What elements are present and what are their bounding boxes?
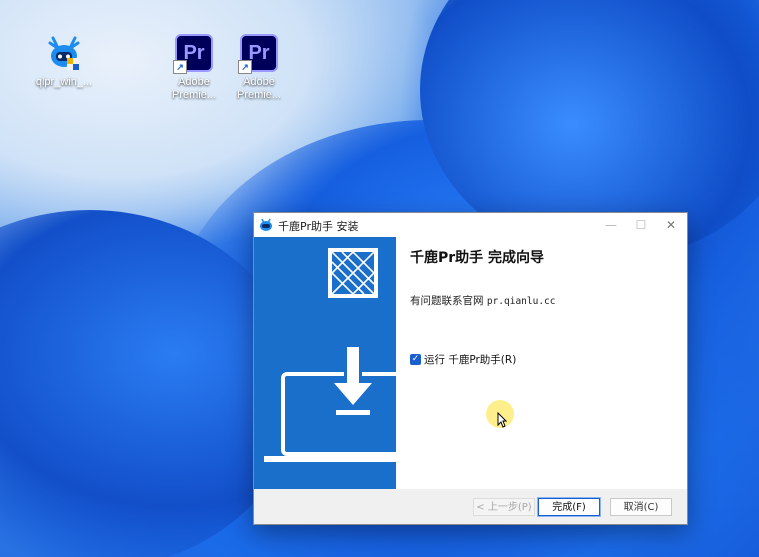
- deer-app-icon: [260, 218, 272, 231]
- deer-installer-icon: [45, 34, 83, 72]
- run-checkbox[interactable]: ✓: [410, 354, 421, 365]
- button-bar: < 上一步(P) 完成(F) 取消(C): [254, 489, 687, 524]
- contact-prefix: 有问题联系官网: [410, 295, 484, 307]
- shortcut-arrow-icon: ↗: [238, 60, 252, 74]
- minimize-button[interactable]: —: [596, 213, 626, 237]
- laptop-download-illustration: [264, 346, 396, 462]
- wizard-content: 千鹿Pr助手 完成向导 有问题联系官网 pr.qianlu.cc ✓ 运行 千鹿…: [396, 237, 687, 489]
- mouse-pointer-icon: [497, 412, 507, 428]
- maximize-button[interactable]: ☐: [626, 213, 656, 237]
- window-title: 千鹿Pr助手 安装: [278, 220, 359, 233]
- run-after-install-option[interactable]: ✓ 运行 千鹿Pr助手(R): [410, 352, 516, 367]
- close-button[interactable]: ✕: [656, 213, 686, 237]
- finish-button[interactable]: 完成(F): [537, 497, 601, 517]
- desktop-icon-premiere-2[interactable]: Pr ↗ Adobe Premie...: [221, 34, 297, 102]
- website-url: pr.qianlu.cc: [486, 296, 556, 307]
- premiere-pro-icon: Pr ↗: [238, 34, 278, 74]
- back-button[interactable]: < 上一步(P): [473, 498, 535, 516]
- page-title: 千鹿Pr助手 完成向导: [410, 250, 545, 266]
- desktop-icon-label: Adobe Premie...: [236, 76, 281, 101]
- desktop-icon-label: qlpr_win_...: [35, 76, 93, 88]
- shortcut-arrow-icon: ↗: [173, 60, 187, 74]
- contact-info: 有问题联系官网 pr.qianlu.cc: [410, 293, 555, 308]
- installer-window: 千鹿Pr助手 安装 — ☐ ✕ 千鹿Pr助手 完成向导 有问题联系官网 pr.q…: [253, 212, 688, 525]
- title-bar[interactable]: 千鹿Pr助手 安装 — ☐ ✕: [254, 213, 687, 237]
- run-checkbox-label[interactable]: 运行 千鹿Pr助手(R): [424, 352, 516, 367]
- wizard-side-banner: [254, 237, 396, 489]
- premiere-pro-icon: Pr ↗: [173, 34, 213, 74]
- cancel-button[interactable]: 取消(C): [610, 498, 672, 516]
- desktop-icon-qlpr-installer[interactable]: qlpr_win_...: [26, 34, 102, 89]
